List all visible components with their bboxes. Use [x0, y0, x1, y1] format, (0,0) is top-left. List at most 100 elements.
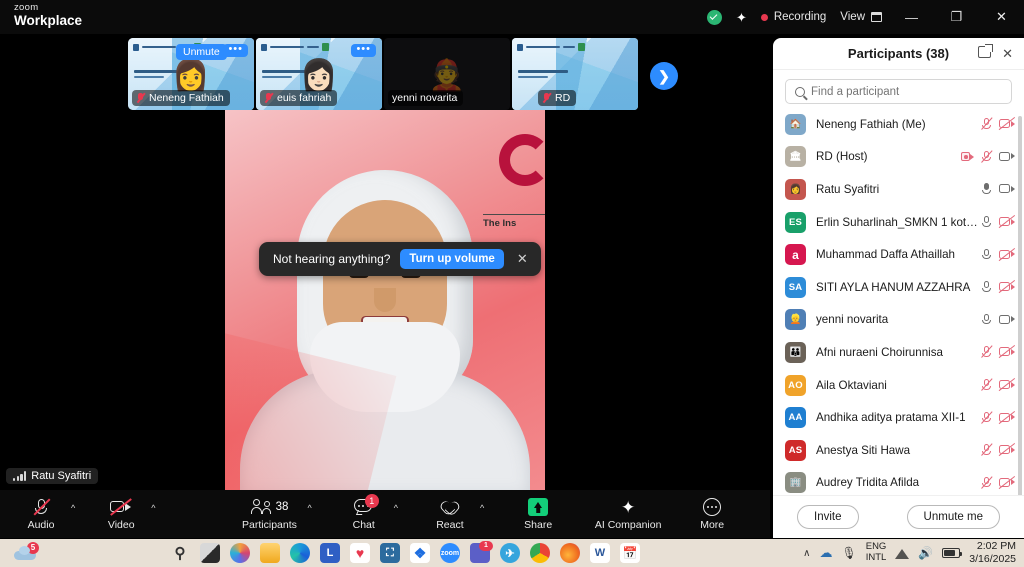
participants-scrollbar[interactable]	[1018, 116, 1022, 506]
tile-more-icon[interactable]: •••	[351, 44, 376, 57]
participants-options-chevron-icon[interactable]: ^	[304, 503, 314, 513]
chat-button[interactable]: 1 Chat	[337, 490, 391, 538]
participant-row[interactable]: 🏠 Neneng Fathiah (Me)	[773, 108, 1024, 141]
microphone-muted-icon	[981, 378, 992, 392]
toast-message: Not hearing anything?	[273, 252, 390, 266]
view-button[interactable]: View	[833, 0, 889, 34]
tile-more-icon[interactable]: •••	[223, 44, 248, 57]
tile-name-label: yenni novarita	[388, 90, 463, 106]
participant-row[interactable]: AS Anestya Siti Hawa	[773, 434, 1024, 467]
calendar-icon[interactable]: 📅	[620, 543, 640, 563]
participants-button[interactable]: 38 Participants	[234, 490, 304, 538]
participant-row[interactable]: ES Erlin Suharlinah_SMKN 1 kota S...	[773, 206, 1024, 239]
ai-companion-label: AI Companion	[595, 519, 662, 531]
copilot-icon[interactable]	[230, 543, 250, 563]
video-button[interactable]: Video	[94, 490, 148, 538]
ai-companion-button[interactable]: ✦ AI Companion	[589, 490, 667, 538]
filmstrip-tile[interactable]: 👩🏻 ••• euis fahriah	[256, 38, 382, 110]
teams-icon[interactable]: 1	[470, 543, 490, 563]
video-options-chevron-icon[interactable]: ^	[148, 503, 158, 513]
battery-icon[interactable]	[942, 548, 960, 558]
search-input[interactable]	[811, 86, 1002, 98]
language-indicator[interactable]: ENG INTL	[866, 542, 887, 564]
microsoft-store-icon[interactable]: ⛶	[380, 543, 400, 563]
participant-row[interactable]: 🏛 RD (Host)	[773, 141, 1024, 174]
clock[interactable]: 2:02 PM 3/16/2025	[969, 540, 1016, 566]
close-icon[interactable]: ✕	[1002, 46, 1013, 62]
microphone-on-icon	[981, 215, 992, 229]
active-speaker-name-badge: Ratu Syafitri	[6, 468, 98, 484]
minimize-button[interactable]: —	[889, 0, 934, 34]
invite-button[interactable]: Invite	[797, 505, 859, 529]
active-speaker-video[interactable]: The Ins	[225, 110, 545, 490]
participant-row[interactable]: SA SITI AYLA HANUM AZZAHRA	[773, 271, 1024, 304]
filmstrip-tile[interactable]: 👩 Unmute ••• Neneng Fathiah	[128, 38, 254, 110]
antivirus-icon[interactable]: ♥	[350, 543, 370, 563]
word-icon[interactable]: W	[590, 543, 610, 563]
unmute-me-button[interactable]: Unmute me	[907, 505, 1000, 529]
recording-indicator[interactable]: Recording	[754, 0, 833, 34]
participant-search-field[interactable]	[785, 79, 1012, 104]
unmute-button[interactable]: Unmute	[176, 44, 227, 60]
brand-workplace: Workplace	[14, 14, 82, 28]
ai-sparkle-icon: ✦	[621, 499, 635, 516]
turn-up-volume-button[interactable]: Turn up volume	[400, 249, 503, 269]
avatar: 🏢	[785, 472, 806, 493]
participant-row[interactable]: AA Andhika aditya pratama XII-1	[773, 401, 1024, 434]
file-explorer-icon[interactable]	[260, 543, 280, 563]
filmstrip-next-button[interactable]: ❯	[650, 62, 678, 90]
ai-sparkle-icon[interactable]: ✦	[729, 0, 754, 34]
more-button[interactable]: More	[685, 490, 739, 538]
edge-icon[interactable]	[290, 543, 310, 563]
microphone-muted-icon	[33, 498, 49, 517]
participant-row[interactable]: 👱 yenni novarita	[773, 304, 1024, 337]
maximize-button[interactable]: ❐	[934, 0, 979, 34]
wifi-icon[interactable]	[895, 548, 909, 559]
encryption-shield-icon[interactable]	[700, 0, 729, 34]
react-button[interactable]: React	[423, 490, 477, 538]
show-hidden-icons-chevron-icon[interactable]: ∧	[803, 548, 810, 559]
share-screen-button[interactable]: Share	[511, 490, 565, 538]
pop-out-icon[interactable]	[978, 46, 991, 58]
chrome-icon[interactable]	[530, 543, 550, 563]
participant-row[interactable]: 👩 Ratu Syafitri	[773, 173, 1024, 206]
avatar-emoji-icon: 👩🏻	[300, 58, 337, 93]
participant-name: Muhammad Daffa Athaillah	[816, 248, 981, 261]
start-button[interactable]	[140, 543, 160, 563]
camera-off-icon	[999, 445, 1015, 456]
participant-row[interactable]: 👪 Afni nuraeni Choirunnisa	[773, 336, 1024, 369]
speaker-icon[interactable]: 🔊	[918, 546, 933, 560]
participant-row[interactable]: AO Aila Oktaviani	[773, 369, 1024, 402]
video-label: Video	[108, 519, 135, 531]
avatar: a	[785, 244, 806, 265]
participants-list[interactable]: 🏠 Neneng Fathiah (Me) 🏛 RD (Host) 👩	[773, 108, 1024, 495]
onedrive-icon[interactable]: ☁	[820, 545, 833, 561]
toast-close-icon[interactable]: ✕	[514, 251, 531, 267]
audio-options-chevron-icon[interactable]: ^	[68, 503, 78, 513]
search-icon[interactable]: ⚲	[170, 543, 190, 563]
dropbox-icon[interactable]: ❖	[410, 543, 430, 563]
filmstrip-tile[interactable]: 👲 yenni novarita	[384, 38, 510, 110]
participant-name: Anestya Siti Hawa	[816, 444, 981, 457]
microphone-icon[interactable]: 🎙	[842, 546, 857, 560]
audio-button[interactable]: Audio	[14, 490, 68, 538]
weather-widget[interactable]: 5	[14, 547, 36, 560]
participant-name: Andhika aditya pratama XII-1	[816, 411, 981, 424]
react-options-chevron-icon[interactable]: ^	[477, 503, 487, 513]
participant-name: Audrey Tridita Afilda	[816, 476, 981, 489]
lms-icon[interactable]: L	[320, 543, 340, 563]
telegram-icon[interactable]: ✈	[500, 543, 520, 563]
avatar: AA	[785, 407, 806, 428]
participants-panel: Participants (38) ✕ 🏠 Neneng Fathiah (Me…	[773, 38, 1024, 538]
participant-row[interactable]: 🏢 Audrey Tridita Afilda	[773, 467, 1024, 495]
filmstrip-tile[interactable]: RD	[512, 38, 638, 110]
title-bar: zoom Workplace ✦ Recording View — ❐ ✕	[0, 0, 1024, 34]
participants-count: 38	[276, 501, 289, 513]
zoom-icon[interactable]: zoom	[440, 543, 460, 563]
participant-row[interactable]: a Muhammad Daffa Athaillah	[773, 238, 1024, 271]
firefox-icon[interactable]	[560, 543, 580, 563]
task-view-icon[interactable]	[200, 543, 220, 563]
close-button[interactable]: ✕	[979, 0, 1024, 34]
microphone-on-icon	[981, 182, 992, 196]
chat-options-chevron-icon[interactable]: ^	[391, 503, 401, 513]
